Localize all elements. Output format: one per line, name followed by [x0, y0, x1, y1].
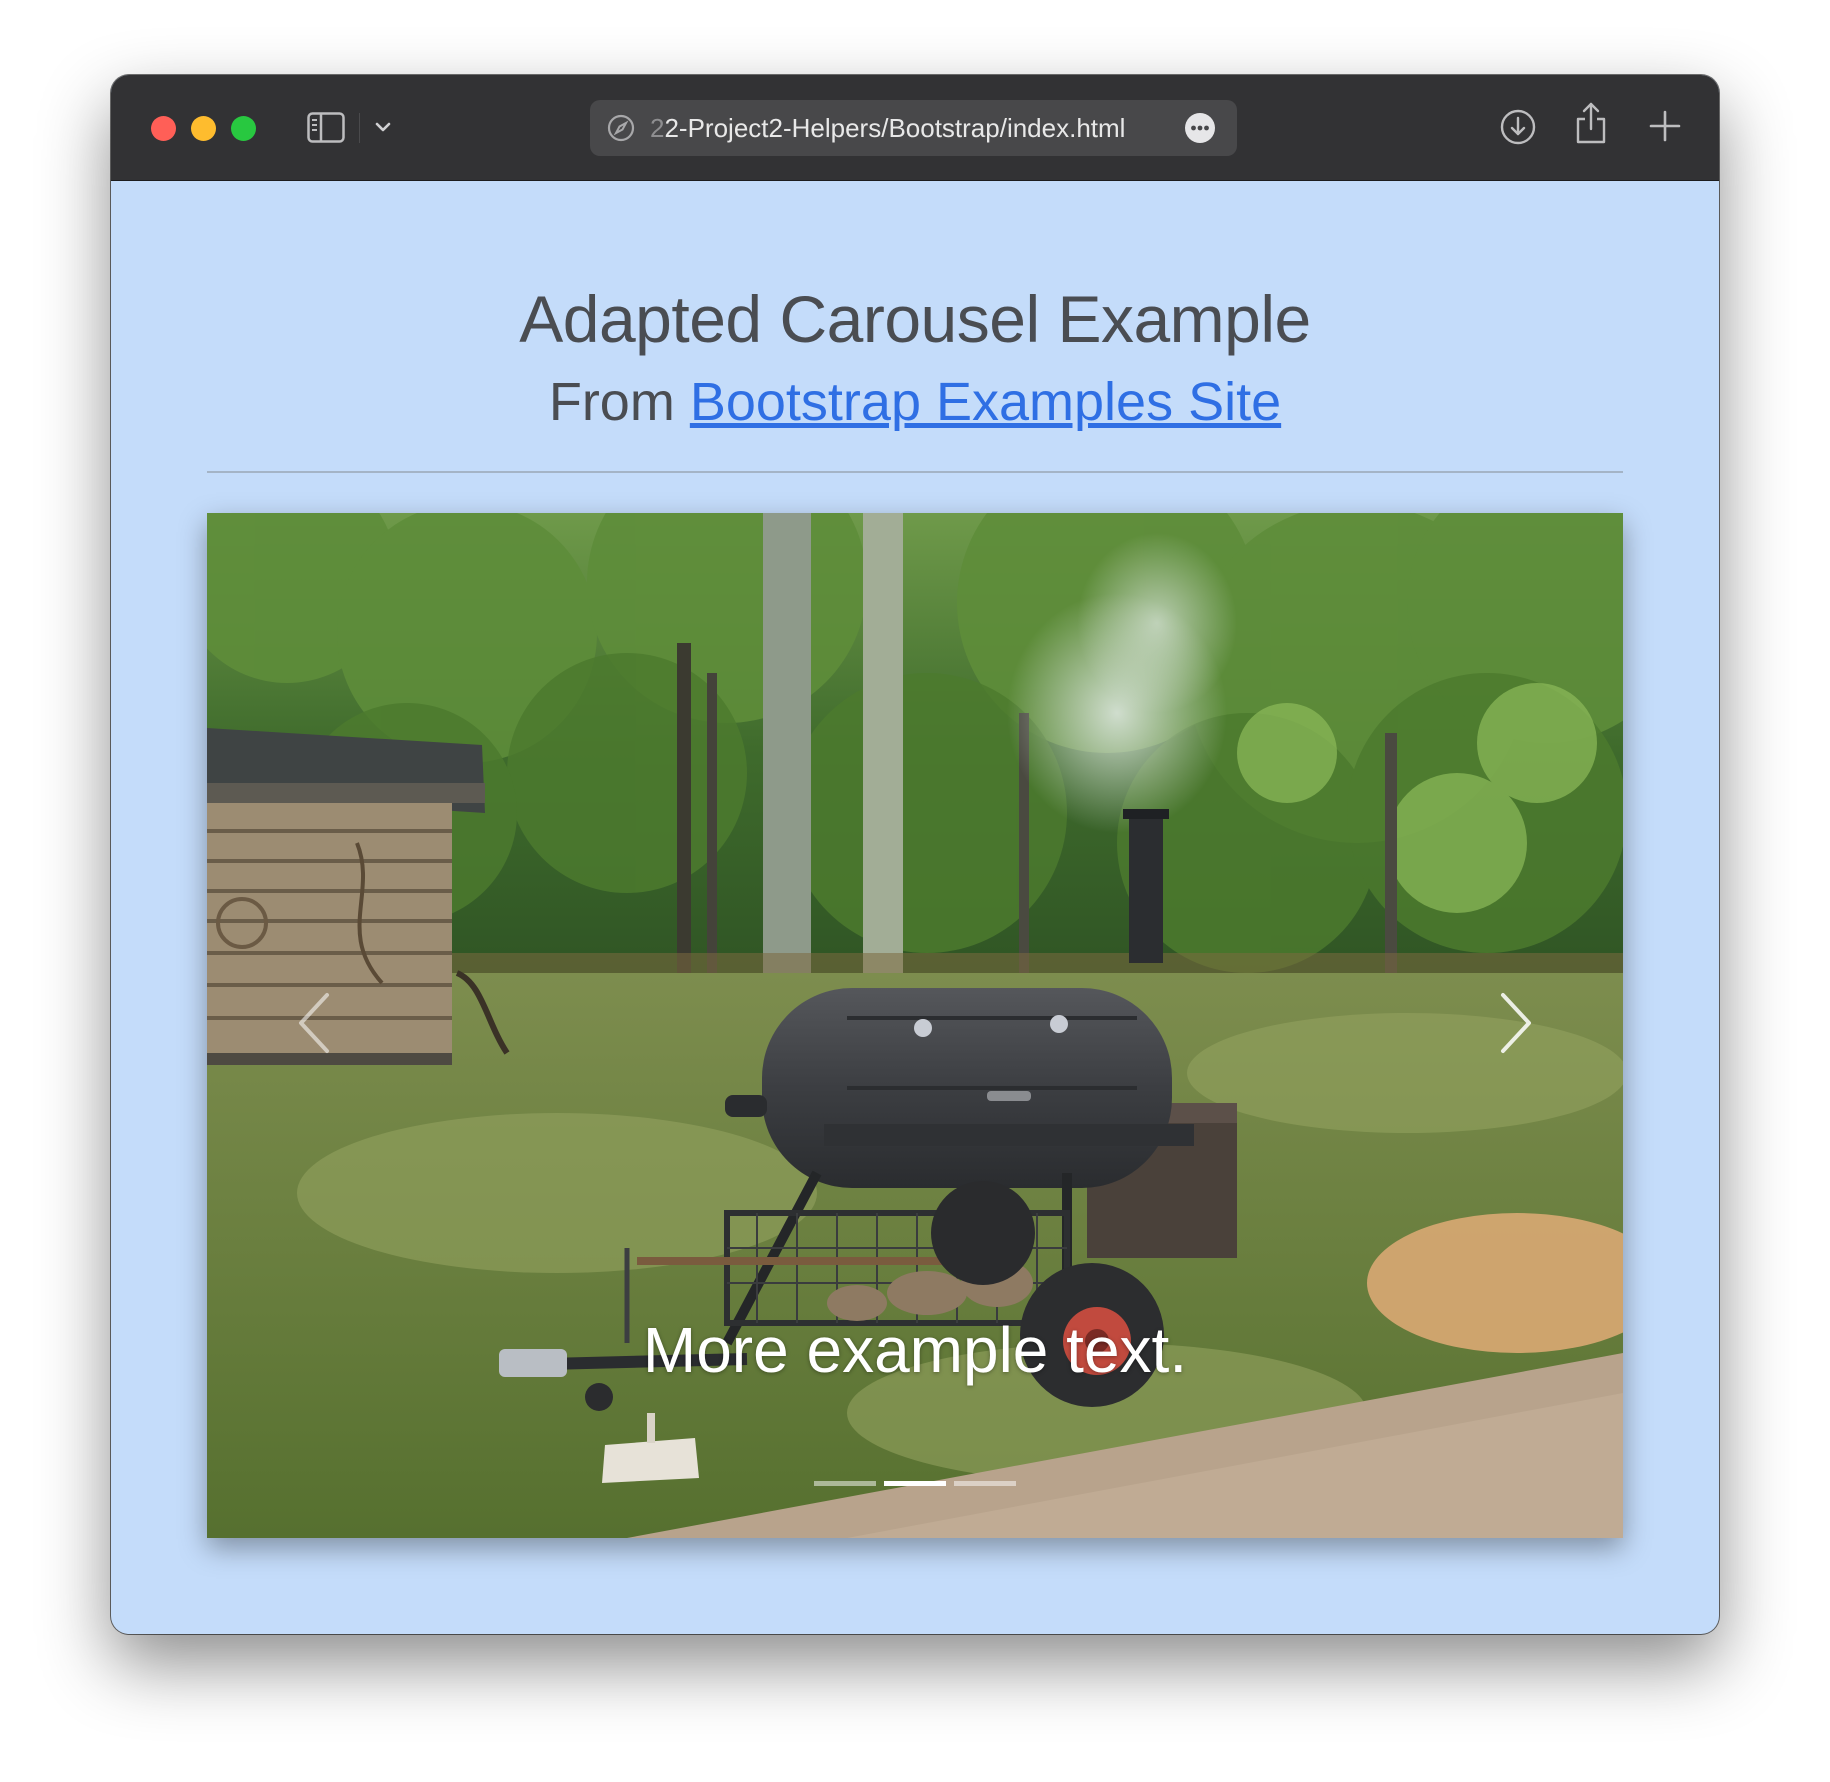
indicator-slide-3[interactable] [954, 1481, 1016, 1486]
horizontal-rule [207, 471, 1623, 473]
chevron-down-icon[interactable] [373, 117, 393, 137]
carousel[interactable]: More example text. [207, 513, 1623, 1538]
indicator-slide-1[interactable] [814, 1481, 876, 1486]
bootstrap-examples-link[interactable]: Bootstrap Examples Site [690, 372, 1281, 432]
subtitle-prefix: From [548, 372, 690, 432]
compass-icon [607, 114, 635, 142]
plus-icon[interactable] [1648, 109, 1682, 143]
indicator-slide-2[interactable] [884, 1481, 946, 1486]
carousel-indicators [207, 1481, 1623, 1486]
prev-icon[interactable] [285, 973, 345, 1073]
minimize-window-button[interactable] [191, 116, 216, 141]
next-icon[interactable] [1485, 973, 1545, 1073]
browser-toolbar: 22-Project2-Helpers/Bootstrap/index.html [111, 75, 1719, 181]
page-title: Adapted Carousel Example [519, 282, 1311, 356]
download-icon[interactable] [1499, 108, 1537, 146]
sidebar-icon[interactable] [307, 112, 345, 143]
more-icon[interactable] [1184, 112, 1216, 144]
page-content: Adapted Carousel Example From Bootstrap … [111, 181, 1719, 1634]
url-faded-part: 2 [650, 113, 665, 143]
address-bar[interactable]: 22-Project2-Helpers/Bootstrap/index.html [590, 100, 1237, 156]
url-main-part: 2-Project2-Helpers/Bootstrap/index.html [664, 113, 1126, 143]
share-icon[interactable] [1574, 101, 1608, 145]
url-text: 22-Project2-Helpers/Bootstrap/index.html [650, 100, 1125, 156]
carousel-caption: More example text. [642, 1314, 1188, 1386]
close-window-button[interactable] [151, 116, 176, 141]
page-subtitle: From Bootstrap Examples Site [111, 371, 1719, 433]
zoom-window-button[interactable] [231, 116, 256, 141]
toolbar-divider [359, 113, 360, 143]
browser-window: 22-Project2-Helpers/Bootstrap/index.html… [111, 75, 1719, 1634]
